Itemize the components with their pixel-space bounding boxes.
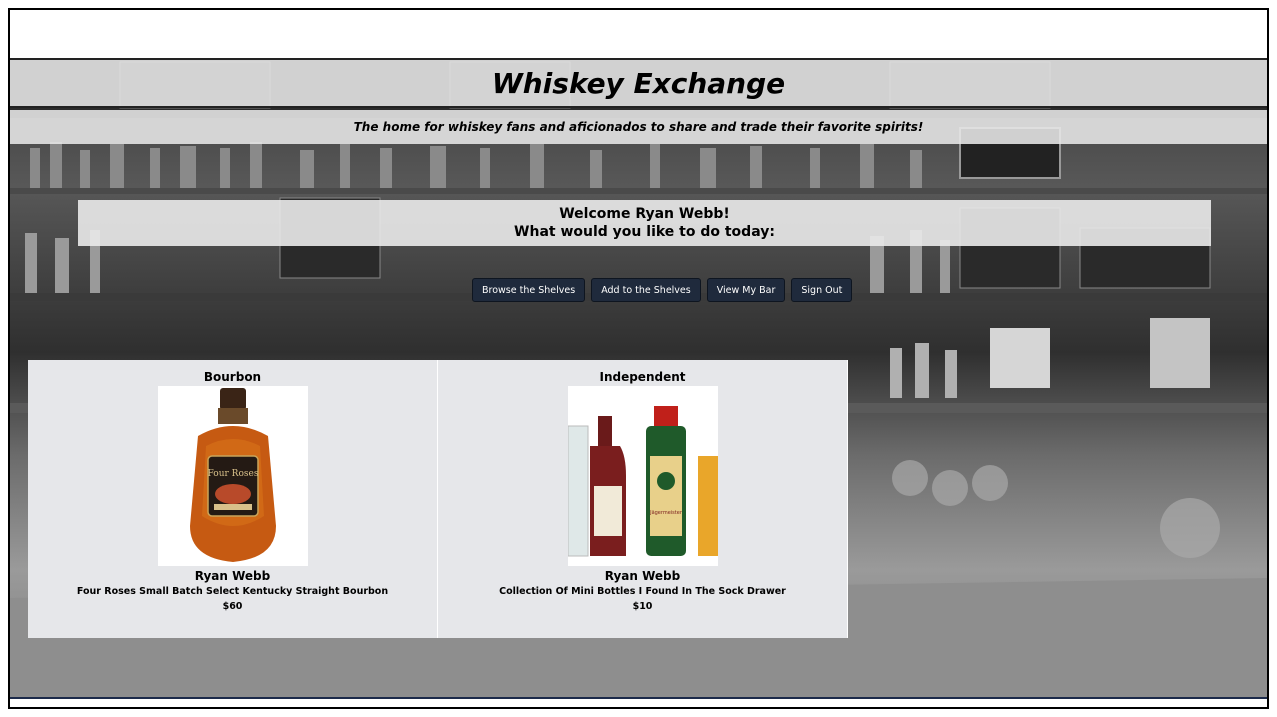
main-nav: Browse the Shelves Add to the Shelves Vi…: [472, 278, 853, 302]
listing-cards: Bourbon Four Roses Ryan Webb Four Roses …: [28, 360, 848, 638]
app-frame: Whiskey Exchange The home for whiskey fa…: [8, 8, 1269, 709]
site-tagline: The home for whiskey fans and aficionado…: [353, 120, 924, 134]
subtitle-banner: The home for whiskey fans and aficionado…: [10, 110, 1267, 144]
bottle-label-text: Jägermeister: [649, 510, 683, 516]
card-price: $60: [222, 601, 243, 612]
view-my-bar-button[interactable]: View My Bar: [706, 278, 786, 302]
card-image-mini-bottles[interactable]: Jägermeister: [567, 386, 718, 566]
add-to-shelves-button[interactable]: Add to the Shelves: [591, 278, 701, 302]
browse-shelves-button[interactable]: Browse the Shelves: [472, 278, 586, 302]
card-item-name: Collection Of Mini Bottles I Found In Th…: [499, 586, 786, 597]
bottle-label-text: Four Roses: [207, 469, 258, 479]
welcome-prompt: What would you like to do today:: [514, 224, 775, 240]
listing-card[interactable]: Bourbon Four Roses Ryan Webb Four Roses …: [28, 360, 438, 638]
mini-bottles-icon: Jägermeister: [567, 406, 718, 557]
title-banner: Whiskey Exchange: [10, 58, 1267, 108]
card-item-name: Four Roses Small Batch Select Kentucky S…: [76, 586, 389, 597]
site-title: Whiskey Exchange: [491, 66, 786, 100]
card-category: Bourbon: [203, 370, 262, 384]
bourbon-bottle-icon: Four Roses: [189, 388, 276, 562]
card-category: Independent: [599, 370, 686, 384]
footer-divider: [10, 697, 1267, 699]
sign-out-button[interactable]: Sign Out: [791, 278, 853, 302]
card-owner: Ryan Webb: [194, 569, 271, 583]
welcome-greeting: Welcome Ryan Webb!: [559, 206, 730, 222]
card-image-bourbon-bottle[interactable]: Four Roses: [157, 386, 308, 566]
listing-card[interactable]: Independent Jägermeister Ryan Webb Colle…: [438, 360, 848, 638]
card-price: $10: [632, 601, 653, 612]
card-owner: Ryan Webb: [604, 569, 681, 583]
welcome-panel: Welcome Ryan Webb! What would you like t…: [78, 200, 1211, 246]
